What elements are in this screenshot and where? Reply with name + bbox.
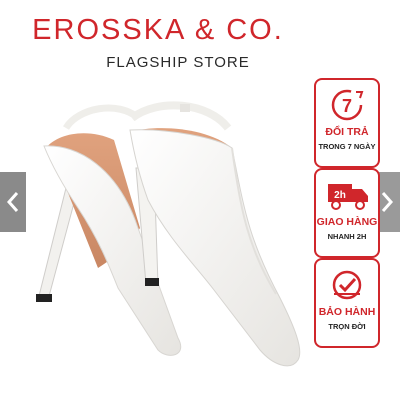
brand-name: EROSSKA & CO.: [32, 14, 284, 46]
delivery-truck-icon: 2h: [328, 184, 368, 210]
badge-subtitle: TRỌN ĐỜI: [328, 322, 366, 331]
chevron-left-icon: [6, 192, 19, 212]
badge-subtitle: NHANH 2H: [327, 232, 367, 241]
prev-image-button[interactable]: [0, 172, 26, 232]
store-subtitle: FLAGSHIP STORE: [106, 54, 250, 71]
product-image[interactable]: [18, 88, 318, 400]
return-7-days-icon: 7: [331, 89, 364, 121]
svg-text:2h: 2h: [334, 190, 346, 201]
badge-title: ĐỔI TRẢ: [325, 126, 369, 138]
delivery-badge: 2h GIAO HÀNG NHANH 2H: [314, 168, 380, 258]
warranty-check-icon: [332, 270, 362, 300]
return-policy-badge: 7 ĐỔI TRẢ TRONG 7 NGÀY: [314, 78, 380, 168]
badge-subtitle: TRONG 7 NGÀY: [318, 142, 376, 151]
svg-text:7: 7: [342, 96, 352, 116]
warranty-badge: BẢO HÀNH TRỌN ĐỜI: [314, 258, 380, 348]
badge-title: BẢO HÀNH: [318, 306, 376, 318]
badge-title: GIAO HÀNG: [316, 216, 378, 228]
chevron-right-icon: [381, 192, 394, 212]
